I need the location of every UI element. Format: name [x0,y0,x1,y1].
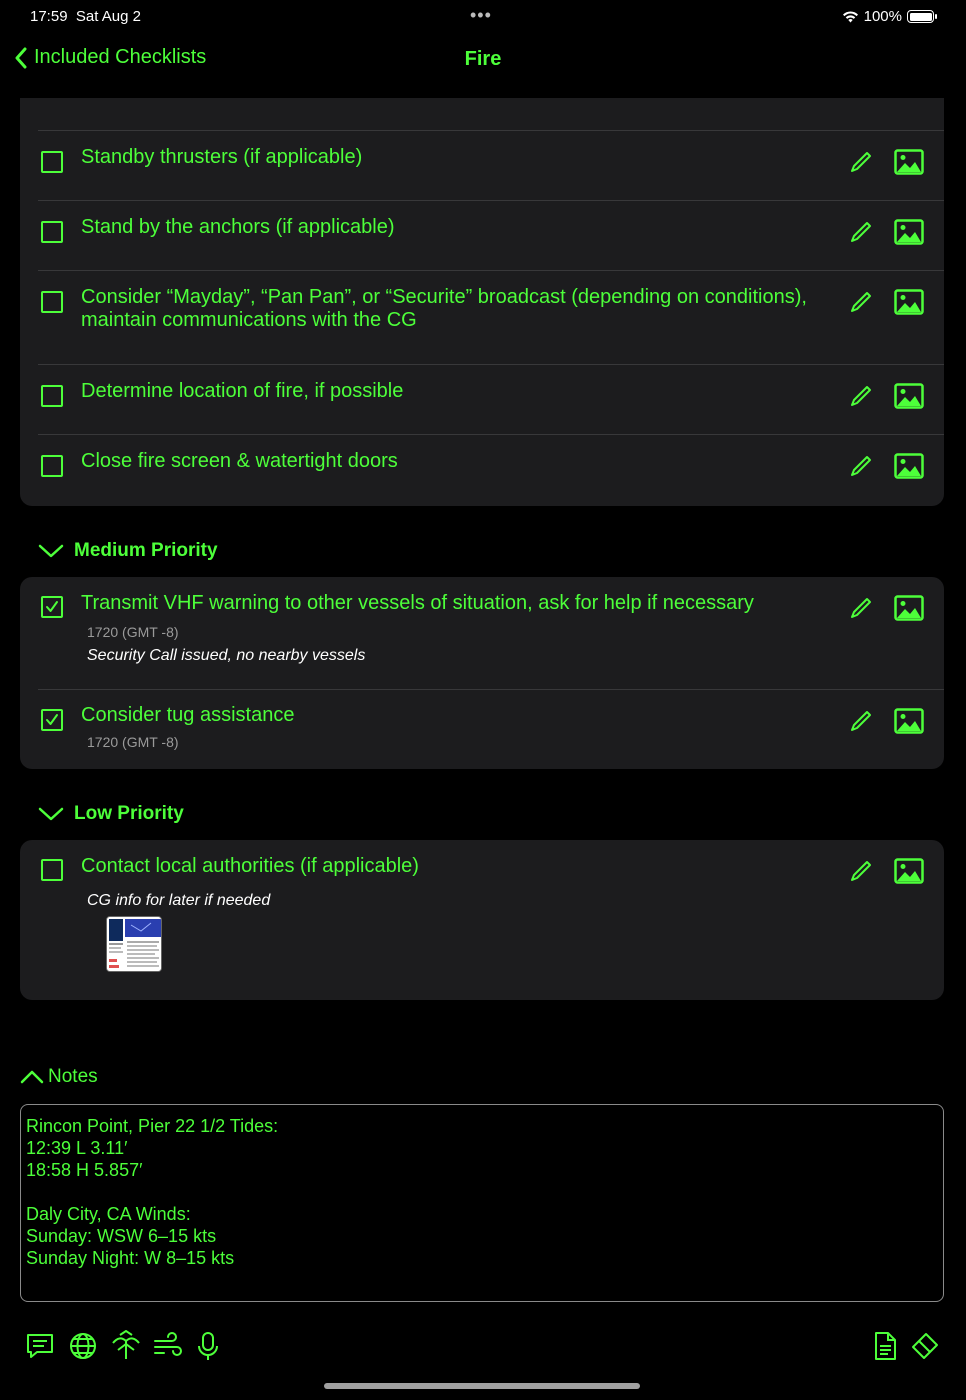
pencil-icon[interactable] [849,596,873,620]
list-item: Close fire screen & watertight doors [38,434,944,506]
photo-icon[interactable] [894,453,924,479]
document-icon[interactable] [869,1330,901,1362]
low-priority-card: Contact local authorities (if applicable… [20,840,944,1000]
list-item: Consider tug assistance 1720 (GMT -8) [38,689,944,769]
status-bar: 17:59 Sat Aug 2 ••• 100% [0,0,966,34]
checkmark-icon [46,601,58,612]
battery-percent: 100% [863,8,902,25]
item-text: Consider tug assistance [81,704,295,726]
item-text: Stand by the anchors (if applicable) [81,216,395,238]
battery-icon [907,10,937,23]
pencil-icon[interactable] [849,220,873,244]
section-title: Low Priority [74,803,184,824]
item-text: Determine location of fire, if possible [81,380,404,402]
medium-priority-card: Transmit VHF warning to other vessels of… [20,577,944,769]
pencil-icon[interactable] [849,454,873,478]
pencil-icon[interactable] [849,709,873,733]
checkbox[interactable] [41,385,63,407]
section-title: Medium Priority [74,540,218,561]
notes-header[interactable]: Notes [20,1066,98,1088]
microphone-icon[interactable] [192,1330,224,1362]
checkbox[interactable] [41,221,63,243]
list-item: Contact local authorities (if applicable… [38,840,944,1000]
medium-priority-header[interactable]: Medium Priority [38,540,218,562]
item-note: Security Call issued, no nearby vessels [87,647,366,664]
status-right: 100% [842,8,937,25]
document-thumbnail-image [107,917,161,971]
notes-text-area[interactable]: Rincon Point, Pier 22 1/2 Tides: 12:39 L… [20,1104,944,1302]
photo-icon[interactable] [894,595,924,621]
checkbox-checked[interactable] [41,709,63,731]
item-text: Close fire screen & watertight doors [81,450,398,472]
pencil-icon[interactable] [849,290,873,314]
list-item: Transmit VHF warning to other vessels of… [38,577,944,689]
item-text: Transmit VHF warning to other vessels of… [81,592,754,614]
item-note: CG info for later if needed [87,892,271,909]
checkbox-checked[interactable] [41,596,63,618]
completion-time: 1720 (GMT -8) [87,734,179,750]
list-item: Standby thrusters (if applicable) [38,130,944,200]
pencil-icon[interactable] [849,859,873,883]
chevron-down-icon [38,544,64,558]
photo-icon[interactable] [894,289,924,315]
item-text: Standby thrusters (if applicable) [81,146,363,168]
wind-icon[interactable] [152,1330,184,1362]
completion-time: 1720 (GMT -8) [87,624,179,640]
checkbox[interactable] [41,291,63,313]
item-text: Contact local authorities (if applicable… [81,855,419,877]
low-priority-header[interactable]: Low Priority [38,803,184,825]
wifi-icon [842,11,858,23]
pencil-icon[interactable] [849,150,873,174]
page-title: Fire [464,48,502,70]
checkbox[interactable] [41,859,63,881]
photo-icon[interactable] [894,858,924,884]
attached-image-thumbnail[interactable] [106,916,162,972]
multitasking-dots[interactable]: ••• [470,5,492,26]
photo-icon[interactable] [894,219,924,245]
home-indicator[interactable] [324,1383,640,1389]
tide-icon[interactable] [110,1330,142,1362]
message-icon[interactable] [24,1330,56,1362]
checkbox[interactable] [41,455,63,477]
list-item: Determine location of fire, if possible [38,364,944,434]
item-text: Consider “Mayday”, “Pan Pan”, or “Securi… [81,286,807,331]
eraser-icon[interactable] [909,1330,941,1362]
checkmark-icon [46,714,58,725]
photo-icon[interactable] [894,149,924,175]
photo-icon[interactable] [894,708,924,734]
pencil-icon[interactable] [849,384,873,408]
list-item: Consider “Mayday”, “Pan Pan”, or “Securi… [38,270,944,364]
notes-title: Notes [48,1066,98,1087]
checkbox[interactable] [41,151,63,173]
globe-icon[interactable] [67,1330,99,1362]
chevron-up-icon [20,1070,44,1084]
status-time: 17:59 Sat Aug 2 [30,8,141,25]
chevron-down-icon [38,807,64,821]
high-priority-card: Standby thrusters (if applicable) Stand … [20,98,944,506]
photo-icon[interactable] [894,383,924,409]
navigation-bar: Included Checklists Fire [0,40,966,80]
list-item: Stand by the anchors (if applicable) [38,200,944,270]
